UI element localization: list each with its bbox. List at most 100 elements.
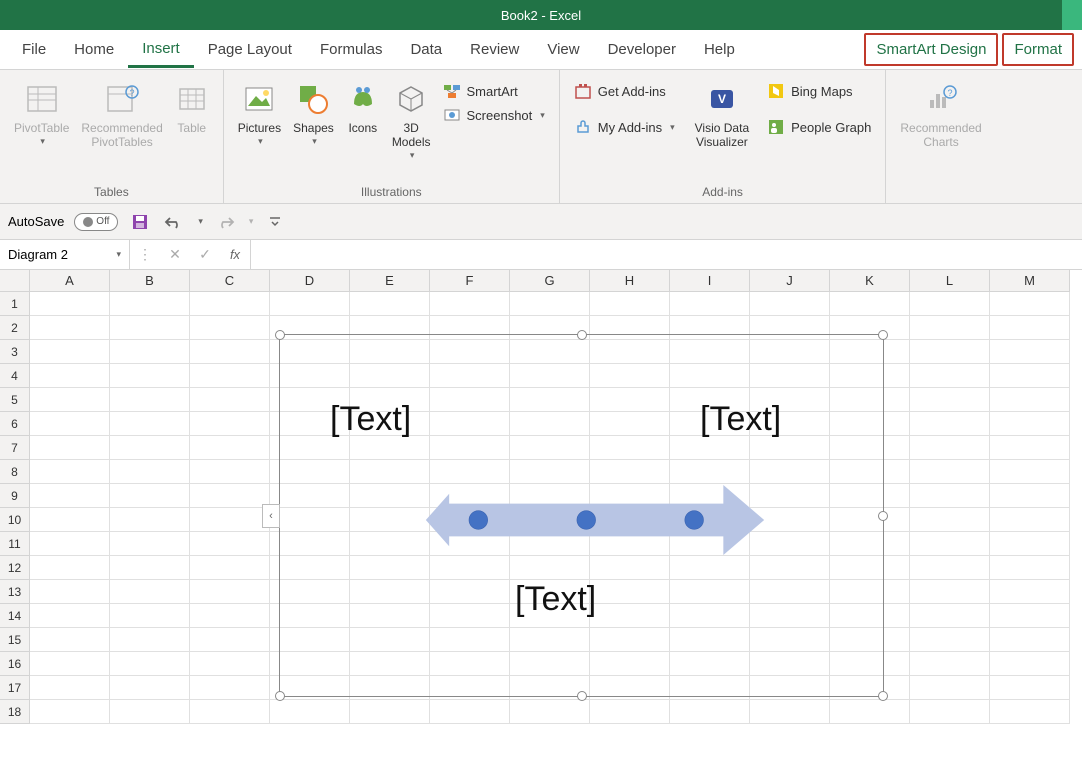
resize-handle[interactable] bbox=[878, 330, 888, 340]
cell[interactable] bbox=[30, 292, 110, 316]
undo-button[interactable] bbox=[162, 210, 186, 234]
cell[interactable] bbox=[910, 556, 990, 580]
smartart-canvas[interactable]: [Text] [Text] [Text] bbox=[300, 355, 863, 676]
cell[interactable] bbox=[190, 412, 270, 436]
cell[interactable] bbox=[190, 676, 270, 700]
row-header[interactable]: 10 bbox=[0, 508, 30, 532]
cell[interactable] bbox=[110, 556, 190, 580]
row-header[interactable]: 2 bbox=[0, 316, 30, 340]
fx-label[interactable]: fx bbox=[220, 247, 250, 262]
cell[interactable] bbox=[750, 292, 830, 316]
row-header[interactable]: 18 bbox=[0, 700, 30, 724]
people-graph-button[interactable]: People Graph bbox=[763, 116, 875, 138]
cell-grid[interactable]: ‹ [Text] [Text] [Text] bbox=[30, 292, 1082, 724]
cell[interactable] bbox=[910, 508, 990, 532]
cell[interactable] bbox=[30, 508, 110, 532]
cell[interactable] bbox=[110, 412, 190, 436]
smartart-object[interactable]: ‹ [Text] [Text] [Text] bbox=[279, 334, 884, 697]
undo-dropdown-icon[interactable]: ▾ bbox=[198, 216, 203, 227]
resize-handle[interactable] bbox=[275, 691, 285, 701]
cell[interactable] bbox=[910, 700, 990, 724]
cancel-button[interactable]: ✕ bbox=[160, 246, 190, 263]
cell[interactable] bbox=[190, 460, 270, 484]
cell[interactable] bbox=[990, 676, 1070, 700]
smartart-button[interactable]: SmartArt bbox=[439, 80, 549, 102]
cell[interactable] bbox=[190, 316, 270, 340]
cell[interactable] bbox=[990, 316, 1070, 340]
row-header[interactable]: 13 bbox=[0, 580, 30, 604]
cell[interactable] bbox=[750, 700, 830, 724]
cell[interactable] bbox=[110, 676, 190, 700]
cell[interactable] bbox=[910, 436, 990, 460]
visio-visualizer-button[interactable]: V Visio Data Visualizer bbox=[691, 76, 753, 152]
cell[interactable] bbox=[830, 292, 910, 316]
cell[interactable] bbox=[110, 340, 190, 364]
cell[interactable] bbox=[110, 604, 190, 628]
col-header[interactable]: M bbox=[990, 270, 1070, 292]
smartart-text-3[interactable]: [Text] bbox=[515, 580, 596, 619]
cell[interactable] bbox=[350, 700, 430, 724]
cell[interactable] bbox=[110, 508, 190, 532]
cell[interactable] bbox=[990, 700, 1070, 724]
cell[interactable] bbox=[990, 604, 1070, 628]
row-header[interactable]: 1 bbox=[0, 292, 30, 316]
cell[interactable] bbox=[30, 436, 110, 460]
cell[interactable] bbox=[910, 364, 990, 388]
cell[interactable] bbox=[110, 460, 190, 484]
row-header[interactable]: 12 bbox=[0, 556, 30, 580]
formula-input[interactable] bbox=[251, 240, 1082, 269]
cell[interactable] bbox=[30, 628, 110, 652]
col-header[interactable]: C bbox=[190, 270, 270, 292]
cell[interactable] bbox=[510, 292, 590, 316]
cell[interactable] bbox=[990, 340, 1070, 364]
smartart-text-2[interactable]: [Text] bbox=[700, 400, 781, 439]
row-header[interactable]: 16 bbox=[0, 652, 30, 676]
tab-help[interactable]: Help bbox=[690, 33, 749, 66]
tab-data[interactable]: Data bbox=[396, 33, 456, 66]
smartart-node-2[interactable] bbox=[577, 511, 596, 530]
row-header[interactable]: 15 bbox=[0, 628, 30, 652]
name-box[interactable]: Diagram 2 ▾ bbox=[0, 240, 130, 269]
redo-dropdown-icon[interactable]: ▾ bbox=[249, 216, 254, 227]
cell[interactable] bbox=[910, 652, 990, 676]
cell[interactable] bbox=[910, 580, 990, 604]
col-header[interactable]: G bbox=[510, 270, 590, 292]
cell[interactable] bbox=[190, 484, 270, 508]
cell[interactable] bbox=[990, 532, 1070, 556]
account-indicator[interactable] bbox=[1062, 0, 1082, 30]
row-header[interactable]: 9 bbox=[0, 484, 30, 508]
redo-button[interactable] bbox=[213, 210, 237, 234]
cell[interactable] bbox=[990, 436, 1070, 460]
smartart-node-1[interactable] bbox=[469, 511, 488, 530]
row-header[interactable]: 11 bbox=[0, 532, 30, 556]
row-header[interactable]: 14 bbox=[0, 604, 30, 628]
cell[interactable] bbox=[270, 700, 350, 724]
icons-button[interactable]: Icons bbox=[342, 76, 384, 138]
tab-home[interactable]: Home bbox=[60, 33, 128, 66]
col-header[interactable]: J bbox=[750, 270, 830, 292]
cell[interactable] bbox=[190, 580, 270, 604]
save-button[interactable] bbox=[128, 210, 152, 234]
cell[interactable] bbox=[350, 292, 430, 316]
smartart-arrow[interactable] bbox=[305, 485, 885, 555]
row-header[interactable]: 17 bbox=[0, 676, 30, 700]
row-header[interactable]: 4 bbox=[0, 364, 30, 388]
col-header[interactable]: H bbox=[590, 270, 670, 292]
cell[interactable] bbox=[30, 532, 110, 556]
shapes-button[interactable]: Shapes ▾ bbox=[289, 76, 338, 149]
col-header[interactable]: A bbox=[30, 270, 110, 292]
cell[interactable] bbox=[990, 388, 1070, 412]
autosave-toggle[interactable]: Off bbox=[74, 213, 118, 231]
row-header[interactable]: 3 bbox=[0, 340, 30, 364]
cell[interactable] bbox=[270, 292, 350, 316]
cell[interactable] bbox=[110, 388, 190, 412]
row-header[interactable]: 7 bbox=[0, 436, 30, 460]
3d-models-button[interactable]: 3D Models ▾ bbox=[388, 76, 435, 163]
tab-formulas[interactable]: Formulas bbox=[306, 33, 397, 66]
cell[interactable] bbox=[30, 364, 110, 388]
cell[interactable] bbox=[190, 292, 270, 316]
tab-developer[interactable]: Developer bbox=[594, 33, 690, 66]
cell[interactable] bbox=[910, 604, 990, 628]
cell[interactable] bbox=[670, 292, 750, 316]
cell[interactable] bbox=[910, 340, 990, 364]
